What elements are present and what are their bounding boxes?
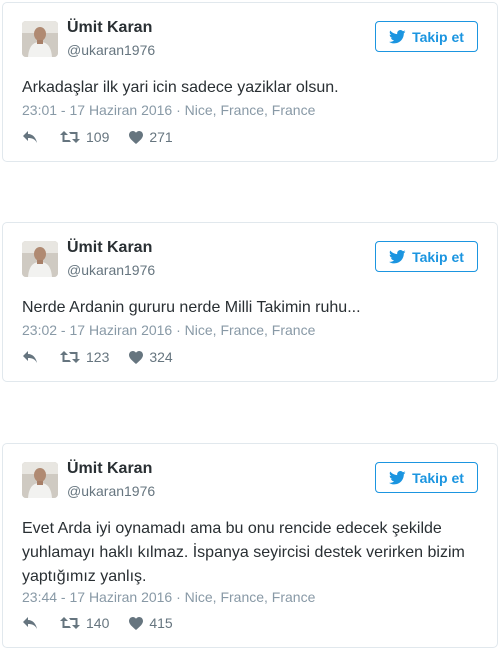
tweet-card: Ümit Karan @ukaran1976 Takip et Evet Ard… <box>2 443 498 648</box>
twitter-bird-icon <box>389 470 406 485</box>
avatar[interactable] <box>22 241 58 277</box>
tweet-card: Ümit Karan @ukaran1976 Takip et Nerde Ar… <box>2 222 498 382</box>
like-count: 271 <box>149 129 173 145</box>
retweet-count: 140 <box>86 615 110 631</box>
tweet-card: Ümit Karan @ukaran1976 Takip et Arkadaşl… <box>2 2 498 162</box>
avatar[interactable] <box>22 462 58 498</box>
follow-label: Takip et <box>412 469 464 486</box>
heart-icon <box>129 350 144 364</box>
like-button[interactable]: 271 <box>129 129 173 145</box>
retweet-count: 109 <box>86 129 110 145</box>
tweet-text: Nerde Ardanin gururu nerde Milli Takimin… <box>22 299 361 316</box>
like-count: 415 <box>149 615 173 631</box>
retweet-icon <box>60 350 80 364</box>
author-name[interactable]: Ümit Karan <box>67 18 152 38</box>
heart-icon <box>129 616 144 630</box>
author-handle[interactable]: @ukaran1976 <box>67 41 155 59</box>
like-button[interactable]: 415 <box>129 615 173 631</box>
tweet-actions: 123 324 <box>22 349 193 365</box>
twitter-bird-icon <box>389 249 406 264</box>
author-handle[interactable]: @ukaran1976 <box>67 482 155 500</box>
twitter-bird-icon <box>389 29 406 44</box>
follow-button[interactable]: Takip et <box>375 462 478 493</box>
reply-icon <box>22 350 38 364</box>
retweet-button[interactable]: 123 <box>60 349 109 365</box>
reply-icon <box>22 130 38 144</box>
tweet-text: Evet Arda iyi oynamadı ama bu onu rencid… <box>22 520 465 585</box>
follow-button[interactable]: Takip et <box>375 21 478 52</box>
tweet-timestamp[interactable]: 23:01 - 17 Haziran 2016 · Nice, France, … <box>22 101 315 119</box>
reply-button[interactable] <box>22 130 38 144</box>
tweet-timestamp[interactable]: 23:44 - 17 Haziran 2016 · Nice, France, … <box>22 588 315 606</box>
heart-icon <box>129 130 144 144</box>
follow-label: Takip et <box>412 248 464 265</box>
retweet-icon <box>60 130 80 144</box>
reply-button[interactable] <box>22 616 38 630</box>
follow-label: Takip et <box>412 28 464 45</box>
author-name[interactable]: Ümit Karan <box>67 238 152 258</box>
avatar[interactable] <box>22 21 58 57</box>
author-name[interactable]: Ümit Karan <box>67 459 152 479</box>
tweet-actions: 140 415 <box>22 615 193 631</box>
reply-button[interactable] <box>22 350 38 364</box>
tweet-actions: 109 271 <box>22 129 193 145</box>
tweet-timestamp[interactable]: 23:02 - 17 Haziran 2016 · Nice, France, … <box>22 321 315 339</box>
like-button[interactable]: 324 <box>129 349 173 365</box>
follow-button[interactable]: Takip et <box>375 241 478 272</box>
retweet-count: 123 <box>86 349 110 365</box>
tweet-text: Arkadaşlar ilk yari icin sadece yaziklar… <box>22 79 339 96</box>
author-handle[interactable]: @ukaran1976 <box>67 261 155 279</box>
like-count: 324 <box>149 349 173 365</box>
reply-icon <box>22 616 38 630</box>
retweet-button[interactable]: 140 <box>60 615 109 631</box>
retweet-icon <box>60 616 80 630</box>
retweet-button[interactable]: 109 <box>60 129 109 145</box>
